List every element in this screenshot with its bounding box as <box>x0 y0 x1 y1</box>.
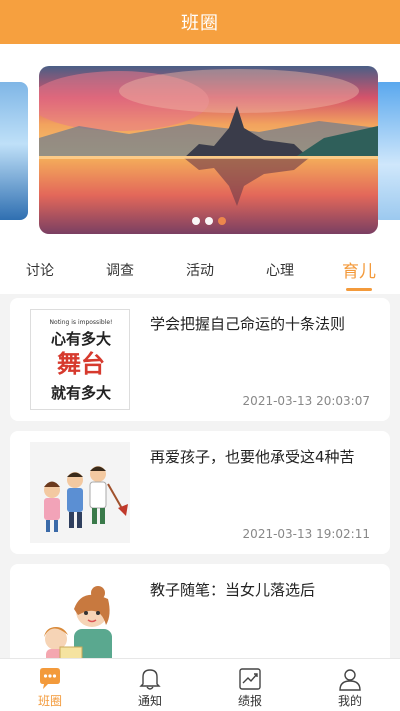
tab-parenting[interactable]: 育儿 <box>342 257 376 282</box>
chat-bubble-icon <box>40 668 60 689</box>
article-thumbnail: Noting is impossible! 心有多大 舞台 就有多大 <box>30 309 130 410</box>
active-tab-indicator <box>346 288 372 291</box>
nav-item-report[interactable]: 绩报 <box>200 659 300 711</box>
article-card[interactable]: 再爱孩子，也要他承受这4种苦 2021-03-13 19:02:11 <box>10 431 390 554</box>
nav-label: 班圈 <box>37 694 62 708</box>
article-card[interactable]: 教子随笔：当女儿落选后 <box>10 564 390 661</box>
thumb-caption-top: Noting is impossible! <box>50 319 113 326</box>
tab-survey[interactable]: 调查 <box>106 260 134 280</box>
article-title[interactable]: 再爱孩子，也要他承受这4种苦 <box>150 447 380 467</box>
article-list: Noting is impossible! 心有多大 舞台 就有多大 学会把握自… <box>0 294 400 661</box>
thumb-line1: 心有多大 <box>51 330 111 348</box>
bell-icon <box>139 669 161 690</box>
nav-item-notice[interactable]: 通知 <box>100 659 200 711</box>
thumb-line2: 舞台 <box>57 350 105 378</box>
article-thumbnail-mother-daughter <box>30 575 130 661</box>
category-tabs: 讨论 调查 活动 心理 育儿 <box>0 244 400 294</box>
carousel-dots <box>39 217 378 225</box>
article-card[interactable]: Noting is impossible! 心有多大 舞台 就有多大 学会把握自… <box>10 298 390 421</box>
banner-carousel[interactable] <box>0 44 400 244</box>
carousel-dot[interactable] <box>191 217 200 225</box>
tab-activity[interactable]: 活动 <box>186 260 214 280</box>
banner-image-lake-sunset[interactable] <box>39 66 378 234</box>
app-header: 班圈 <box>0 0 400 44</box>
article-time: 2021-03-13 19:02:11 <box>242 527 370 541</box>
nav-label: 通知 <box>137 694 162 708</box>
report-chart-icon <box>239 668 261 690</box>
article-time: 2021-03-13 20:03:07 <box>242 394 370 408</box>
nav-label: 绩报 <box>237 694 262 708</box>
banner-prev-card[interactable] <box>0 82 28 220</box>
user-icon <box>339 669 361 691</box>
tab-discussion[interactable]: 讨论 <box>26 260 54 280</box>
article-thumbnail-children <box>30 442 130 543</box>
nav-item-profile[interactable]: 我的 <box>300 659 400 711</box>
bottom-nav: 班圈 通知 绩报 我的 <box>0 658 400 711</box>
thumb-line3: 就有多大 <box>51 384 111 402</box>
nav-item-circle[interactable]: 班圈 <box>0 659 100 711</box>
nav-label: 我的 <box>337 694 362 708</box>
article-title[interactable]: 学会把握自己命运的十条法则 <box>150 314 380 334</box>
article-title[interactable]: 教子随笔：当女儿落选后 <box>150 580 380 600</box>
carousel-dot[interactable] <box>204 217 213 225</box>
carousel-dot-active[interactable] <box>217 217 226 225</box>
tab-psychology[interactable]: 心理 <box>266 260 294 280</box>
page-title: 班圈 <box>181 13 219 34</box>
